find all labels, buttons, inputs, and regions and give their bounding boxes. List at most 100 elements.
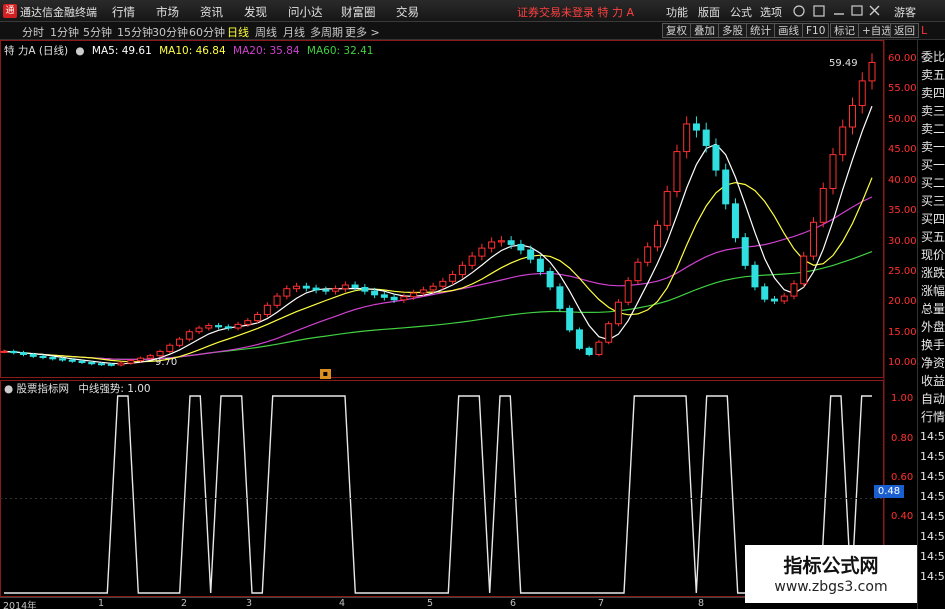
adjust-button[interactable]: 复权 — [662, 23, 691, 38]
menu-quotes[interactable]: 行情 — [112, 4, 135, 20]
menu-discover[interactable]: 发现 — [244, 4, 267, 20]
side-item[interactable]: 净资 — [921, 354, 945, 371]
candle-body — [527, 249, 535, 260]
ma10-line — [3, 177, 873, 363]
candle-body — [605, 323, 613, 343]
side-item[interactable]: 买二 — [921, 174, 945, 191]
indicator-toggle-icon[interactable]: ● — [4, 383, 13, 395]
period-5min[interactable]: 5分钟 — [83, 24, 112, 40]
indicator-current-value: 0.48 — [874, 485, 904, 498]
back-button[interactable]: 返回 — [890, 23, 919, 38]
side-item[interactable]: 总量 — [921, 300, 945, 317]
y-tick: 20.00 — [888, 296, 917, 307]
candle-body — [780, 295, 788, 302]
menu-layout[interactable]: 版面 — [698, 4, 720, 20]
menu-market[interactable]: 市场 — [156, 4, 179, 20]
side-item[interactable]: 卖二 — [921, 120, 945, 137]
menu-assistant[interactable]: 问小达 — [288, 4, 323, 20]
period-1min[interactable]: 1分钟 — [50, 24, 79, 40]
candle-body — [351, 284, 359, 288]
candle-body — [829, 154, 837, 189]
y-tick: 15.00 — [888, 327, 917, 338]
candle-body — [10, 350, 18, 354]
login-notice[interactable]: 证券交易未登录 特 力 A — [517, 4, 634, 20]
statistics-button[interactable]: 统计 — [746, 23, 775, 38]
candle-body — [380, 294, 388, 298]
draw-line-button[interactable]: 画线 — [774, 23, 803, 38]
side-item[interactable]: 外盘 — [921, 318, 945, 335]
side-item[interactable]: 行情 — [921, 408, 945, 425]
side-item[interactable]: 自动 — [921, 390, 945, 407]
side-item[interactable]: 买四 — [921, 210, 945, 227]
candle-body — [634, 261, 642, 282]
period-more[interactable]: 更多 > — [345, 24, 380, 40]
candle-body — [488, 241, 496, 249]
window-controls[interactable] — [792, 4, 882, 18]
legend-toggle-icon[interactable]: ● — [75, 45, 84, 57]
overlay-button[interactable]: 叠加 — [690, 23, 719, 38]
y-tick: 0.80 — [891, 433, 914, 444]
candle-body — [361, 286, 369, 292]
candle-body — [332, 288, 340, 292]
candle-body — [273, 295, 281, 306]
mark-button[interactable]: 标记 — [830, 23, 859, 38]
side-item[interactable]: 涨幅 — [921, 282, 945, 299]
period-monthly[interactable]: 月线 — [283, 24, 305, 40]
side-item[interactable]: 卖三 — [921, 102, 945, 119]
ma60-line — [3, 251, 873, 361]
y-tick: 10.00 — [888, 357, 917, 368]
candle-body — [692, 123, 700, 131]
stock-title: 特 力A (日线) — [4, 45, 69, 57]
menu-options[interactable]: 选项 — [760, 4, 782, 20]
period-15min[interactable]: 15分钟 — [117, 24, 153, 40]
multi-stock-button[interactable]: 多股 — [718, 23, 747, 38]
side-item[interactable]: 买一 — [921, 156, 945, 173]
period-daily[interactable]: 日线 — [227, 24, 249, 40]
side-item[interactable]: 卖四 — [921, 84, 945, 101]
candle-body — [585, 347, 593, 355]
period-intraday[interactable]: 分时 — [22, 24, 44, 40]
candle-body — [800, 255, 808, 285]
period-30min[interactable]: 30分钟 — [152, 24, 188, 40]
side-panel-top: L — [921, 24, 928, 37]
side-item[interactable]: 委比 — [921, 48, 945, 65]
side-item[interactable]: 现价 — [921, 246, 945, 263]
candle-body — [254, 314, 262, 322]
candle-body — [809, 221, 817, 257]
ma10-label: MA10: 46.84 — [159, 45, 226, 57]
low-marker: 9.70 — [155, 357, 178, 368]
candle-body — [29, 353, 37, 357]
period-60min[interactable]: 60分钟 — [189, 24, 225, 40]
candle-body — [107, 363, 115, 366]
chart-canvas[interactable] — [0, 40, 917, 597]
candle-body — [673, 151, 681, 193]
candle-body — [517, 243, 525, 251]
indicator-legend: ● 股票指标网 中线强势: 1.00 — [4, 381, 151, 396]
candle-body — [185, 331, 193, 340]
menu-news[interactable]: 资讯 — [200, 4, 223, 20]
side-item[interactable]: 买三 — [921, 192, 945, 209]
period-multi[interactable]: 多周期 — [310, 24, 343, 40]
menu-wealth[interactable]: 财富圈 — [341, 4, 376, 20]
tick-time: 14:50 — [920, 470, 945, 483]
candle-body — [644, 246, 652, 263]
menu-formula[interactable]: 公式 — [730, 4, 752, 20]
candle-body — [156, 350, 164, 357]
side-item[interactable]: 卖一 — [921, 138, 945, 155]
period-weekly[interactable]: 周线 — [255, 24, 277, 40]
watermark-title: 指标公式网 — [783, 555, 879, 577]
side-item[interactable]: 涨跌 — [921, 264, 945, 281]
candle-body — [614, 301, 622, 325]
side-item[interactable]: 买五 — [921, 228, 945, 245]
menu-trade[interactable]: 交易 — [396, 4, 419, 20]
tick-time: 14:50 — [920, 490, 945, 503]
indicator-title: 股票指标网 — [16, 383, 70, 395]
menu-function[interactable]: 功能 — [666, 4, 688, 20]
side-item[interactable]: 卖五 — [921, 66, 945, 83]
event-flag-icon[interactable]: ▪ — [320, 369, 331, 379]
f10-button[interactable]: F10 — [802, 23, 830, 38]
guest-label[interactable]: 游客 — [894, 4, 916, 20]
side-item[interactable]: 换手 — [921, 336, 945, 353]
side-item[interactable]: 收益 — [921, 372, 945, 389]
candle-body — [400, 296, 408, 301]
